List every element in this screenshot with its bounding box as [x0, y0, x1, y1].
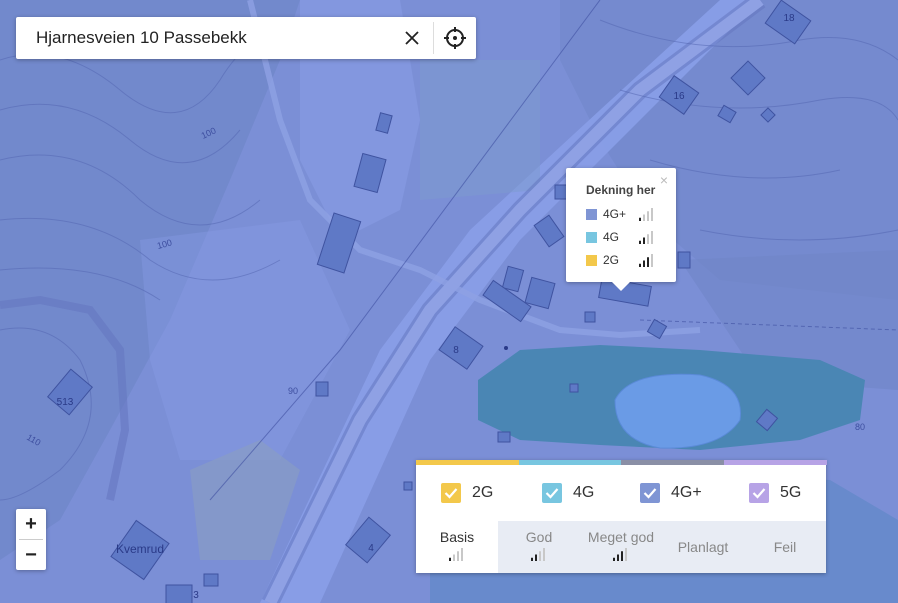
tab-label: Planlagt — [677, 539, 729, 555]
tab-basis[interactable]: Basis — [416, 521, 498, 573]
signal-bar — [531, 557, 533, 561]
legend-toggle-2g[interactable]: 2G — [441, 483, 493, 503]
signal-bar — [639, 240, 641, 244]
checkbox[interactable] — [542, 483, 562, 503]
tab-label: Basis — [439, 529, 475, 545]
popup-row: 4G — [586, 230, 655, 244]
contour-label: 80 — [855, 422, 865, 432]
zoom-control: + − — [16, 509, 46, 570]
house-number: 18 — [783, 13, 795, 24]
popup-close-button[interactable]: × — [660, 172, 668, 188]
legend-label: 4G+ — [671, 484, 702, 501]
coverage-popup: Dekning her × 4G+ 4G 2G — [566, 168, 676, 291]
color-swatch — [586, 254, 597, 266]
check-icon — [752, 488, 766, 499]
signal-strength-icon — [639, 230, 653, 244]
tab-meget-god[interactable]: Meget god — [580, 521, 662, 573]
legend-toggle-5g[interactable]: 5G — [749, 483, 801, 503]
signal-bar — [643, 214, 645, 221]
close-icon — [405, 31, 419, 45]
place-name: Kvemrud — [116, 542, 164, 556]
crosshair-icon — [444, 27, 466, 49]
house-number: 3 — [193, 590, 199, 601]
signal-strength-icon — [531, 548, 545, 561]
signal-bar — [639, 263, 641, 267]
tab-label: Feil — [773, 539, 797, 555]
tab-signal — [498, 548, 580, 564]
signal-bar — [647, 210, 649, 221]
signal-strength-icon — [613, 548, 627, 561]
zoom-out-button[interactable]: − — [16, 540, 46, 570]
signal-bar — [643, 260, 645, 267]
popup-row: 4G+ — [586, 207, 655, 221]
signal-bar — [543, 548, 545, 561]
locate-me-button[interactable] — [434, 17, 476, 59]
tab-feil[interactable]: Feil — [744, 521, 826, 573]
tab-planlagt[interactable]: Planlagt — [662, 521, 744, 573]
zoom-in-button[interactable]: + — [16, 509, 46, 539]
popup-row: 2G — [586, 253, 655, 267]
legend-label: 2G — [472, 484, 494, 501]
color-swatch — [586, 208, 597, 220]
search-input[interactable]: Hjarnesveien 10 Passebekk — [16, 28, 391, 48]
house-number: 513 — [57, 397, 74, 408]
signal-bar — [651, 207, 653, 221]
popup-row-label: 4G — [603, 230, 620, 244]
signal-strength-icon — [639, 207, 653, 221]
color-swatch — [586, 231, 597, 243]
signal-bar — [461, 548, 463, 561]
legend-label: 4G — [573, 484, 595, 501]
popup-row-label: 4G+ — [603, 207, 627, 221]
tab-label: Meget god — [587, 529, 655, 545]
check-icon — [545, 488, 559, 499]
signal-bar — [651, 230, 653, 244]
contour-label: 90 — [288, 386, 298, 396]
checkbox[interactable] — [640, 483, 660, 503]
address-search-bar: Hjarnesveien 10 Passebekk — [16, 17, 476, 59]
signal-bar — [613, 557, 615, 561]
tab-signal — [416, 548, 498, 564]
signal-strength-icon — [639, 253, 653, 267]
popup-row-label: 2G — [603, 253, 620, 267]
signal-bar — [457, 551, 459, 561]
tab-label: God — [525, 529, 553, 545]
tab-god[interactable]: God — [498, 521, 580, 573]
signal-bar — [617, 554, 619, 561]
signal-bar — [625, 548, 627, 561]
tab-signal — [580, 548, 662, 564]
house-number: 8 — [453, 345, 459, 356]
popup-title: Dekning her — [586, 183, 656, 197]
quality-tabs: Basis God Meget god Planlagt Feil — [416, 521, 826, 573]
checkbox[interactable] — [441, 483, 461, 503]
legend-label: 5G — [780, 484, 802, 501]
signal-strength-icon — [449, 548, 463, 561]
legend-color-stripe — [723, 460, 827, 465]
check-icon — [444, 488, 458, 499]
check-icon — [643, 488, 657, 499]
signal-bar — [621, 551, 623, 561]
signal-bar — [639, 217, 641, 221]
signal-bar — [453, 554, 455, 561]
house-number: 16 — [673, 91, 685, 102]
coverage-legend: 2G 4G 4G+ 5G Basis God Meget god Planlagt Feil — [416, 460, 827, 573]
signal-bar — [449, 557, 451, 561]
signal-bar — [651, 253, 653, 267]
signal-bar — [539, 551, 541, 561]
signal-bar — [643, 237, 645, 244]
legend-toggle-4gplus[interactable]: 4G+ — [640, 483, 702, 503]
legend-toggle-4g[interactable]: 4G — [542, 483, 594, 503]
signal-bar — [535, 554, 537, 561]
signal-bar — [647, 256, 649, 267]
legend-color-stripe — [621, 460, 725, 465]
legend-color-stripe — [416, 460, 520, 465]
legend-color-stripe — [518, 460, 622, 465]
house-number: 4 — [368, 543, 374, 554]
clear-search-button[interactable] — [391, 17, 433, 59]
signal-bar — [647, 233, 649, 244]
checkbox[interactable] — [749, 483, 769, 503]
